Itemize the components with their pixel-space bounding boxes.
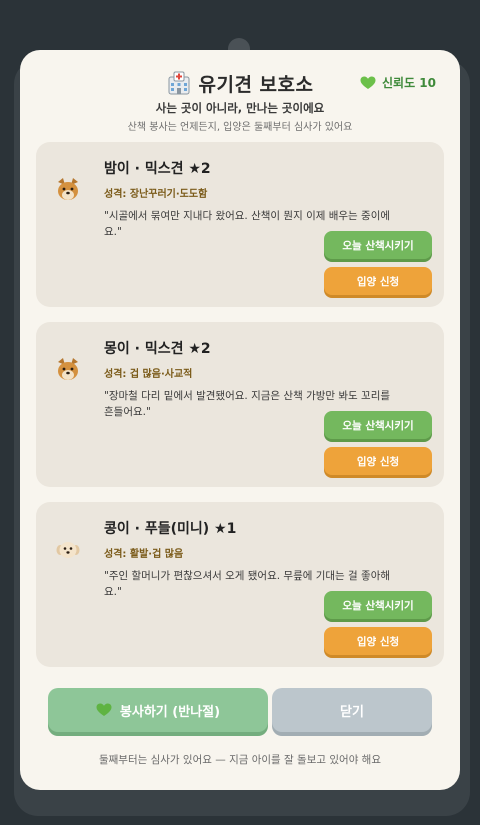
app-background: 유기견 보호소 신뢰도 10 사는 곳이 아니라, 만나는 곳이에요 산책 봉사… xyxy=(0,0,480,825)
adopt-button[interactable]: 입양 신청 xyxy=(324,447,432,475)
dog-card: 밤이 · 믹스견 ★2 성격: 장난꾸러기·도도함 "시골에서 묶여만 지내다 … xyxy=(36,142,444,307)
walk-button[interactable]: 오늘 산책시키기 xyxy=(324,591,432,619)
shelter-modal: 유기견 보호소 신뢰도 10 사는 곳이 아니라, 만나는 곳이에요 산책 봉사… xyxy=(20,50,460,790)
adopt-button[interactable]: 입양 신청 xyxy=(324,267,432,295)
page-title: 유기견 보호소 xyxy=(198,73,314,96)
walk-button[interactable]: 오늘 산책시키기 xyxy=(324,411,432,439)
close-button[interactable]: 닫기 xyxy=(272,688,432,732)
heart-icon xyxy=(96,703,112,716)
volunteer-button[interactable]: 봉사하기 (반나절) xyxy=(48,688,268,732)
dog-brown-icon xyxy=(58,178,78,200)
dog-trait: 성격: 장난꾸러기·도도함 xyxy=(104,189,208,200)
dog-trait: 성격: 겁 많음·사교적 xyxy=(104,369,193,380)
adopt-button[interactable]: 입양 신청 xyxy=(324,627,432,655)
hospital-icon xyxy=(168,71,189,95)
dog-name: 콩이 · 푸들(미니) ★1 xyxy=(104,521,237,537)
walk-button[interactable]: 오늘 산책시키기 xyxy=(324,231,432,259)
dog-card: 몽이 · 믹스견 ★2 성격: 겁 많음·사교적 "장마철 다리 밑에서 발견됐… xyxy=(36,322,444,487)
volunteer-label: 봉사하기 (반나절) xyxy=(119,704,221,720)
subtitle: 사는 곳이 아니라, 만나는 곳이에요 xyxy=(155,101,325,115)
trust-badge: 신뢰도 10 xyxy=(360,74,436,91)
heart-icon xyxy=(360,76,376,89)
footer-note: 둘째부터는 심사가 있어요 — 지금 아이를 잘 돌보고 있어야 해요 xyxy=(98,754,382,766)
dog-name: 밤이 · 믹스견 ★2 xyxy=(104,161,211,177)
dog-cream-icon xyxy=(56,542,80,558)
trust-label: 신뢰도 10 xyxy=(382,76,436,90)
dog-card: 콩이 · 푸들(미니) ★1 성격: 활발·겁 많음 "주인 할머니가 편찮으셔… xyxy=(36,502,444,667)
dog-brown-icon xyxy=(58,358,78,380)
subnote: 산책 봉사는 언제든지, 입양은 둘째부터 심사가 있어요 xyxy=(127,122,353,133)
dog-name: 몽이 · 믹스견 ★2 xyxy=(104,341,211,357)
dog-trait: 성격: 활발·겁 많음 xyxy=(104,549,184,560)
